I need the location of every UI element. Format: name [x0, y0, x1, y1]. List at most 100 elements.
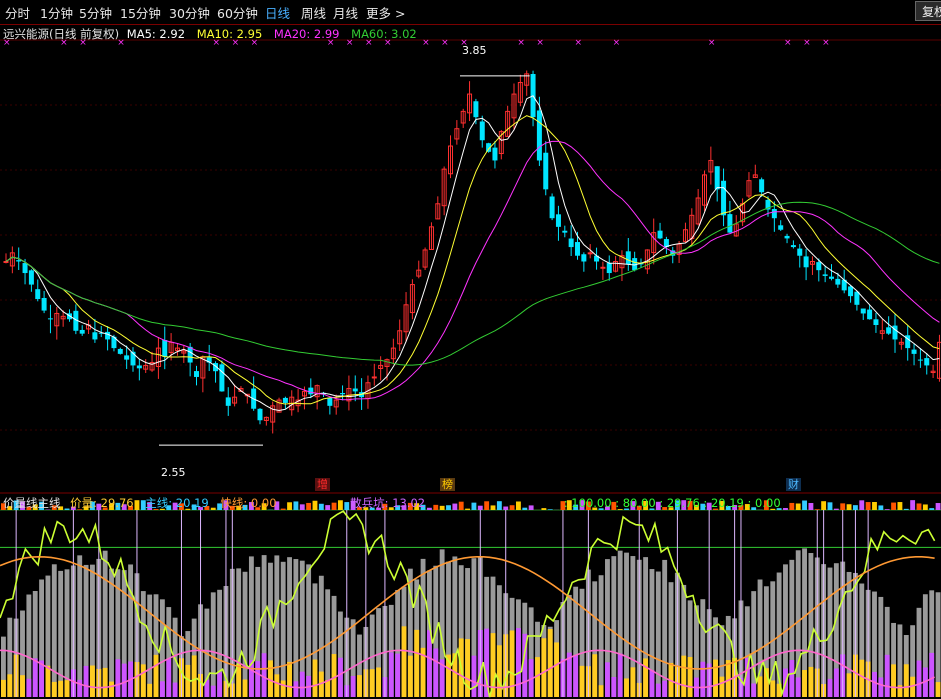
top-bar	[802, 500, 807, 510]
price-vol-bar	[579, 665, 585, 697]
price-vol-bar	[903, 664, 909, 697]
candle-body	[124, 355, 130, 360]
volume-bar	[655, 571, 661, 697]
candle-body	[536, 110, 542, 161]
candle-body	[543, 152, 549, 190]
price-vol-bar	[261, 653, 267, 697]
top-bar	[859, 500, 865, 510]
candle-body	[92, 332, 98, 340]
price-vol-bar	[808, 666, 814, 697]
price-vol-bar	[407, 655, 413, 697]
top-bar	[795, 503, 801, 510]
volume-bar	[751, 591, 757, 697]
price-vol-bar	[598, 685, 604, 697]
candle-body	[282, 397, 288, 403]
price-vol-bar	[217, 672, 223, 697]
candle-body	[721, 180, 727, 216]
price-vol-bar	[357, 675, 362, 697]
price-vol-bar	[802, 670, 807, 697]
candle-body	[784, 235, 790, 239]
candle-body	[117, 348, 123, 354]
price-vol-bar	[662, 680, 668, 697]
top-bar	[910, 500, 916, 510]
event-marker-list[interactable]: 榜	[440, 478, 455, 491]
price-vol-bar	[859, 659, 865, 697]
volume-bar	[624, 552, 629, 697]
price-vol-bar	[287, 661, 292, 697]
price-vol-bar	[210, 685, 216, 697]
candle-body	[867, 309, 873, 320]
volume-bar	[242, 571, 248, 697]
price-vol-bar	[649, 670, 655, 697]
price-vol-bar	[516, 628, 521, 697]
price-vol-bar	[312, 659, 318, 697]
candle-body	[22, 263, 28, 274]
price-vol-bar	[7, 674, 13, 697]
top-bar	[789, 502, 795, 510]
candle-body	[162, 339, 168, 357]
candle-body	[16, 260, 22, 262]
top-bar	[891, 502, 896, 510]
candle-body	[562, 230, 568, 233]
price-vol-bar	[45, 665, 51, 697]
ma60-line	[5, 201, 940, 366]
top-bar	[840, 503, 846, 510]
price-vol-bar	[376, 667, 381, 697]
signal-marker: ×	[575, 38, 583, 48]
candle-body	[803, 256, 809, 268]
top-bar	[833, 508, 839, 510]
candle-body	[727, 214, 733, 233]
price-vol-bar	[795, 677, 801, 697]
candle-body	[924, 358, 930, 366]
volume-bar	[51, 564, 57, 697]
candle-body	[822, 274, 828, 276]
price-vol-bar	[617, 653, 623, 697]
price-vol-bar	[655, 683, 661, 697]
event-marker-finance[interactable]: 财	[786, 478, 801, 491]
candle-body	[587, 252, 593, 255]
top-bar	[865, 502, 871, 510]
top-bar	[929, 508, 935, 510]
signal-marker: ×	[117, 38, 125, 48]
kline-chart[interactable]: × × × × × × × × × × × × × × × × × × × × × ×	[0, 0, 941, 699]
signal-marker: ×	[3, 38, 11, 48]
price-vol-bar	[26, 678, 32, 697]
candle-body	[79, 329, 85, 334]
price-vol-bar	[242, 679, 248, 697]
top-bar	[897, 502, 903, 510]
price-vol-bar	[401, 626, 407, 697]
price-vol-bar	[20, 675, 25, 697]
price-vol-bar	[369, 669, 375, 697]
price-vol-bar	[541, 638, 547, 697]
candle-body	[105, 331, 111, 340]
price-vol-bar	[191, 655, 197, 697]
candle-body	[829, 276, 834, 279]
candle-body	[225, 397, 231, 406]
signal-marker: ×	[784, 38, 792, 48]
price-vol-bar	[293, 681, 299, 697]
candle-body	[797, 248, 803, 256]
price-vol-bar	[325, 679, 331, 697]
candle-body	[3, 261, 9, 263]
candle-body	[194, 371, 199, 377]
candle-body	[187, 346, 193, 363]
price-vol-bar	[547, 629, 553, 697]
candle-body	[473, 101, 479, 118]
candle-body	[575, 242, 580, 256]
price-vol-bar	[1, 679, 6, 697]
price-vol-bar	[713, 659, 718, 697]
price-vol-bar	[725, 660, 731, 697]
candle-body	[35, 289, 41, 300]
price-vol-bar	[331, 654, 337, 697]
top-bar	[827, 502, 833, 510]
price-vol-bar	[64, 680, 70, 697]
event-marker-increase[interactable]: 增	[315, 478, 330, 491]
top-bar	[884, 509, 890, 510]
candle-body	[568, 238, 574, 248]
candle-body	[848, 286, 854, 297]
price-vol-bar	[789, 659, 795, 697]
price-vol-bar	[757, 676, 763, 697]
price-vol-bar	[299, 671, 305, 697]
price-vol-bar	[51, 681, 57, 697]
candle-body	[352, 388, 358, 392]
